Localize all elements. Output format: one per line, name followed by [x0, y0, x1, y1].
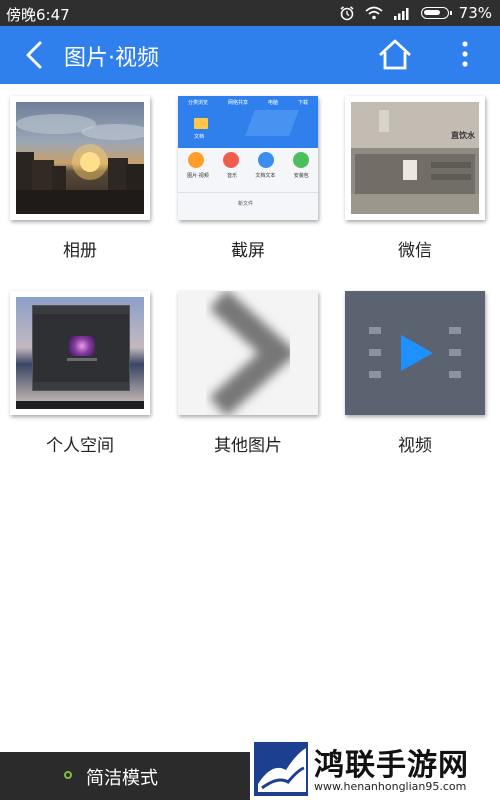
folder-tile-personal-space[interactable]: 个人空间 [10, 291, 154, 459]
folder-tile-wechat[interactable]: 直饮水 微信 [345, 96, 489, 264]
folder-thumbnail [10, 96, 150, 220]
status-time: 傍晚6:47 [6, 6, 70, 24]
app-icon-docs [257, 152, 274, 168]
back-arrow-icon [26, 41, 42, 69]
galaxy-image [69, 336, 95, 356]
folder-label: 相册 [63, 241, 97, 261]
taskbar [16, 401, 144, 409]
more-vertical-icon [462, 41, 468, 67]
wifi-icon [365, 6, 383, 20]
folder-label: 个人空间 [46, 436, 114, 456]
folder-thumbnail: 直饮水 [345, 96, 485, 220]
folder-label: 截屏 [231, 241, 265, 261]
folder-tile-other-images[interactable]: 其他图片 [178, 291, 322, 459]
folder-icon [194, 118, 208, 129]
app-icon-images [187, 152, 204, 168]
battery-icon [420, 7, 452, 19]
watermark: 鸿联手游网 www.henanhonglian95.com [252, 740, 500, 800]
folder-tile-videos[interactable]: 视频 [345, 291, 489, 459]
water-sign: 直饮水 [451, 131, 475, 140]
app-icon-music [222, 152, 239, 168]
home-button[interactable] [376, 37, 414, 73]
signal-icon [393, 8, 409, 20]
dialog-window [32, 305, 130, 391]
page-title: 图片·视频 [64, 46, 159, 71]
app-bar: 图片·视频 [0, 26, 500, 84]
folder-label: 微信 [398, 241, 432, 261]
blurred-chevron [209, 291, 298, 415]
battery-percent: 73% [458, 4, 492, 22]
mode-indicator-icon [64, 771, 72, 779]
alarm-icon [340, 6, 354, 21]
folder-thumbnail [178, 291, 318, 415]
folder-thumbnail [345, 291, 485, 415]
watermark-logo [254, 742, 308, 796]
more-options-button[interactable] [455, 38, 475, 72]
back-button[interactable] [18, 39, 50, 71]
status-icons: 73% [339, 3, 492, 23]
room-photo [351, 102, 479, 214]
battery-fill [423, 10, 440, 15]
status-bar: 傍晚6:47 73% [0, 0, 500, 26]
folder-thumbnail: 分类浏览 网络共享 电脑 下载 文档 图片·视频 音乐 文档文本 安装包 新文件 [178, 96, 318, 220]
folder-label: 其他图片 [214, 436, 282, 456]
folder-label: 视频 [398, 436, 432, 456]
watermark-url: www.henanhonglian95.com [314, 780, 467, 793]
folder-thumbnail [10, 291, 150, 415]
simple-mode-button[interactable]: 简洁模式 [0, 752, 250, 800]
simple-mode-label: 简洁模式 [86, 768, 158, 789]
watermark-title: 鸿联手游网 [314, 748, 469, 783]
screenshot-app-header: 分类浏览 网络共享 电脑 下载 文档 [178, 96, 318, 148]
home-icon [379, 39, 411, 70]
app-icon-apk [292, 152, 309, 168]
folder-tile-screenshots[interactable]: 分类浏览 网络共享 电脑 下载 文档 图片·视频 音乐 文档文本 安装包 新文件… [178, 96, 322, 264]
sunset-photo [16, 114, 144, 214]
video-play-icon [369, 327, 461, 378]
folder-tile-album[interactable]: 相册 [10, 96, 154, 264]
